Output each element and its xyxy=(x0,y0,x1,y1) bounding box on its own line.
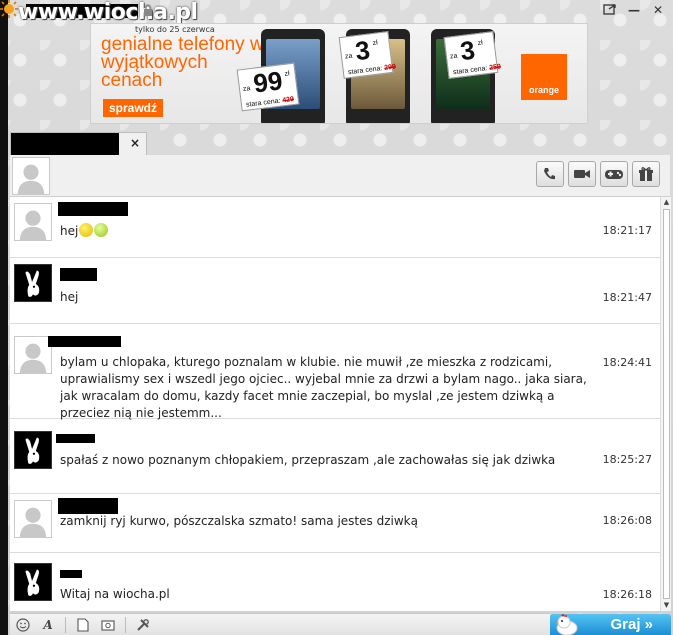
close-window-button[interactable]: ✕ xyxy=(649,2,667,18)
message-time: 18:25:27 xyxy=(602,453,652,466)
redacted-tab-name xyxy=(11,133,119,157)
message-row: bylam u chlopaka, kturego poznalam w klu… xyxy=(10,324,660,420)
lock-icon xyxy=(144,4,152,16)
message-row: hej 18:21:17 xyxy=(10,197,660,258)
message-text: spałaś z nowo poznanym chłopakiem, przep… xyxy=(60,453,556,467)
redacted-sender-name xyxy=(58,498,118,514)
scrollbar-thumb[interactable] xyxy=(663,209,670,599)
message-text: hej xyxy=(60,290,79,304)
message-row: hej 18:21:47 xyxy=(10,258,660,324)
redacted-sender-name xyxy=(56,434,95,443)
phone-icon[interactable] xyxy=(536,161,564,187)
gamepad-icon[interactable] xyxy=(600,161,628,187)
message-time: 18:26:18 xyxy=(602,588,652,601)
playboy-bunny-icon xyxy=(15,265,51,301)
message-text: bylam u chlopaka, kturego poznalam w klu… xyxy=(60,355,587,420)
message-text: Witaj na wiocha.pl xyxy=(60,587,170,601)
message-row: spałaś z nowo poznanym chłopakiem, przep… xyxy=(10,419,660,494)
font-icon[interactable]: A xyxy=(37,616,59,634)
price-tag: za 3 zł stara cena: 259 xyxy=(443,31,501,79)
vertical-scrollbar[interactable]: ▲ ▼ xyxy=(660,197,671,611)
titlebar: www.wiocha.pl — ✕ xyxy=(0,0,673,25)
avatar xyxy=(12,157,50,195)
avatar xyxy=(14,203,52,241)
video-camera-icon[interactable] xyxy=(568,161,596,187)
avatar xyxy=(14,336,52,374)
divider xyxy=(65,616,66,633)
redacted-sender-name xyxy=(60,570,82,578)
file-icon[interactable] xyxy=(72,616,94,634)
watermark: www.wiocha.pl xyxy=(18,0,198,25)
tongue-smiley-icon xyxy=(79,223,94,237)
avatar xyxy=(14,500,52,538)
message-list[interactable]: hej 18:21:17 hej 18:21:47 bylam u chlopa… xyxy=(10,197,660,611)
smiley-icon xyxy=(94,223,109,237)
message-row: Witaj na wiocha.pl 18:26:18 xyxy=(10,553,660,611)
price-tag: za 3 zł stara cena: 299 xyxy=(338,31,396,79)
photo-icon[interactable] xyxy=(97,616,119,634)
conversation-header xyxy=(10,155,670,197)
chicken-icon xyxy=(555,614,578,635)
message-time: 18:24:41 xyxy=(602,356,652,369)
emoticon-icon[interactable] xyxy=(12,616,34,634)
avatar xyxy=(14,563,52,601)
ad-small-text: tylko do 25 czerwca xyxy=(135,25,215,34)
sun-icon xyxy=(0,0,18,18)
playboy-bunny-icon xyxy=(15,432,51,468)
close-tab-icon[interactable]: × xyxy=(130,136,140,150)
window-left-edge xyxy=(0,0,8,635)
bottom-toolbar: A xyxy=(10,613,550,635)
message-time: 18:21:47 xyxy=(602,291,652,304)
minimize-button[interactable]: — xyxy=(625,2,643,18)
scroll-up-icon[interactable]: ▲ xyxy=(662,198,671,207)
message-time: 18:26:08 xyxy=(602,514,652,527)
message-row: zamknij ryj kurwo, pószczalska szmato! s… xyxy=(10,494,660,553)
message-text: zamknij ryj kurwo, pószczalska szmato! s… xyxy=(60,514,418,528)
price-tag: za 99 zł stara cena: 429 xyxy=(236,62,300,112)
scroll-down-icon[interactable]: ▼ xyxy=(662,601,671,610)
avatar xyxy=(14,264,52,302)
ad-banner[interactable]: tylko do 25 czerwca genialne telefony w … xyxy=(90,23,588,124)
redacted-sender-name xyxy=(48,336,121,347)
conversation-tab[interactable]: × xyxy=(10,132,147,157)
tools-icon[interactable] xyxy=(132,616,154,634)
popout-icon[interactable] xyxy=(601,2,619,18)
redacted-sender-name xyxy=(60,268,97,281)
message-time: 18:21:17 xyxy=(602,224,652,237)
avatar xyxy=(14,431,52,469)
ad-cta-button[interactable]: sprawdź xyxy=(103,99,164,117)
redacted-sender-name xyxy=(58,202,128,216)
gift-icon[interactable] xyxy=(632,161,660,187)
message-text: hej xyxy=(60,224,79,238)
playboy-bunny-icon xyxy=(15,564,51,600)
divider xyxy=(125,616,126,633)
orange-logo: orange xyxy=(521,54,567,100)
